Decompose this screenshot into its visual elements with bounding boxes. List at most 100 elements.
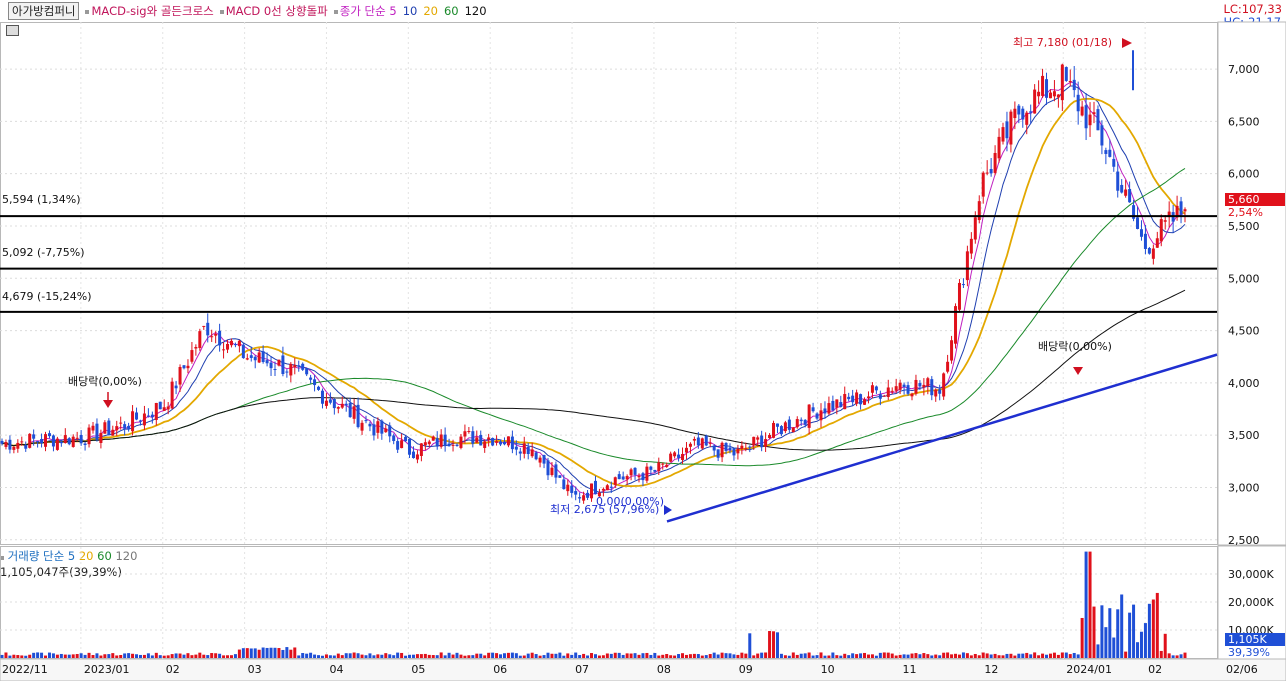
candle-body: [1147, 247, 1151, 254]
candle-body: [874, 386, 878, 391]
volume-bar: [1076, 654, 1080, 658]
candle-body: [582, 495, 586, 501]
candle-body: [724, 442, 728, 451]
dividend-arrow-icon-1: [103, 400, 113, 408]
volume-bar: [455, 652, 459, 658]
volume-bar: [985, 653, 989, 658]
candle-body: [8, 439, 12, 450]
high-arrow-icon: [1122, 38, 1132, 48]
candle-body: [665, 464, 669, 467]
volume-tick-label: 20,000K: [1228, 596, 1274, 609]
volume-bar: [1056, 654, 1060, 658]
candle-body: [621, 476, 625, 480]
candle-body: [1056, 94, 1060, 98]
candle-body: [756, 437, 760, 440]
candle-body: [839, 402, 843, 408]
volume-bar: [787, 655, 791, 658]
volume-bar: [206, 655, 210, 658]
date-tick-label: 03: [248, 663, 262, 676]
candle-body: [894, 386, 898, 391]
candle-body: [716, 449, 720, 458]
volume-bar: [1092, 606, 1096, 658]
volume-bar: [538, 655, 542, 658]
date-tick-label: 08: [657, 663, 671, 676]
candle-body: [111, 429, 115, 436]
volume-bar: [914, 653, 918, 658]
candle-body: [1037, 91, 1041, 97]
candle-body: [328, 399, 332, 403]
candle-body: [993, 152, 997, 173]
volume-bar: [360, 654, 364, 658]
candle-body: [1052, 91, 1056, 97]
volume-bar: [297, 655, 301, 658]
volume-bar: [590, 653, 594, 658]
volume-bar: [1013, 655, 1017, 658]
candle-body: [629, 469, 633, 476]
volume-bar: [170, 654, 174, 658]
candle-body: [443, 434, 447, 446]
candle-body: [791, 427, 795, 433]
volume-bar: [981, 652, 985, 658]
candle-body: [681, 453, 685, 460]
volume-bar: [1005, 653, 1009, 658]
candle-body: [368, 423, 372, 427]
candle-body: [16, 442, 20, 449]
candle-body: [843, 393, 847, 410]
volume-bar: [344, 653, 348, 658]
chart-canvas[interactable]: 7,000 6,500 6,000 5,500 5,000 4,500 4,000 3,500…: [0, 0, 1286, 681]
candle-body: [487, 437, 491, 440]
candle-body: [1108, 149, 1112, 157]
candle-body: [206, 322, 210, 336]
candle-body: [305, 368, 309, 375]
volume-bar: [605, 653, 609, 658]
volume-bar: [708, 654, 712, 658]
volume-bar: [348, 653, 352, 658]
candle-body: [51, 435, 55, 447]
volume-bar: [716, 654, 720, 658]
price-tick-label: 5,000: [1228, 272, 1260, 285]
volume-bar: [799, 653, 803, 658]
volume-bar: [404, 655, 408, 658]
volume-bar: [1175, 655, 1179, 658]
candle-body: [451, 444, 455, 446]
volume-bar: [684, 654, 688, 658]
candle-body: [1100, 125, 1104, 146]
hline-label-3: 4,679 (-15,24%): [2, 290, 91, 303]
volume-bar: [245, 648, 249, 658]
volume-bar: [190, 655, 194, 658]
volume-bar: [534, 654, 538, 658]
candle-body: [1155, 238, 1159, 248]
candle-body: [194, 346, 198, 349]
candle-body: [261, 351, 265, 363]
volume-bar: [79, 653, 83, 658]
volume-bar: [75, 654, 79, 658]
candle-body: [890, 390, 894, 392]
candle-body: [645, 466, 649, 481]
volume-bar: [1041, 653, 1045, 658]
candle-body: [138, 420, 142, 422]
volume-bar: [593, 654, 597, 658]
volume-bar: [281, 649, 285, 658]
candle-body: [799, 419, 803, 422]
volume-bar: [1112, 637, 1116, 658]
volume-bar: [372, 655, 376, 658]
hline-label-2: 5,092 (-7,75%): [2, 246, 84, 259]
volume-bar: [1096, 644, 1100, 658]
trend-line: [666, 353, 1218, 523]
volume-bar: [289, 649, 293, 658]
volume-bar: [522, 655, 526, 658]
candle-body: [1025, 112, 1029, 125]
candle-body: [135, 412, 139, 420]
candle-body: [590, 483, 594, 499]
volume-bar: [408, 654, 412, 658]
date-tick-label: 05: [411, 663, 425, 676]
volume-bar: [906, 654, 910, 658]
candle-body: [324, 400, 328, 406]
volume-bar: [1139, 631, 1143, 658]
candle-body: [1017, 105, 1021, 115]
volume-bar: [1017, 653, 1021, 658]
price-tick-label: 4,000: [1228, 377, 1260, 390]
volume-bar: [993, 653, 997, 658]
volume-bar: [977, 655, 981, 658]
volume-bar: [146, 653, 150, 658]
